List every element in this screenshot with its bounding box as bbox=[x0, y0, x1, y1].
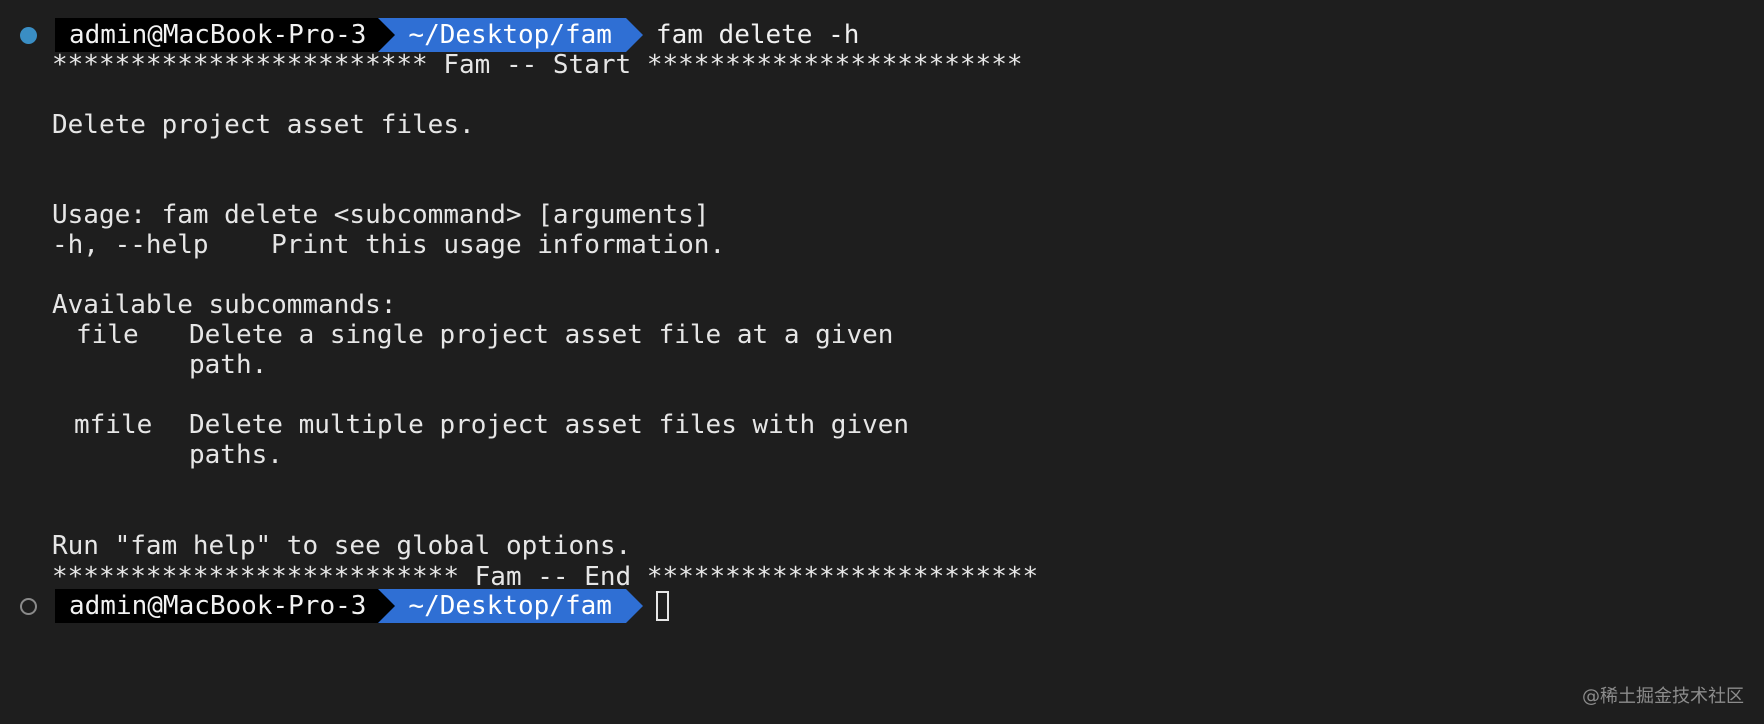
usage-line: Usage: fam delete <subcommand> [argument… bbox=[52, 200, 710, 230]
prompt-user-host: admin@MacBook-Pro-3 bbox=[55, 589, 379, 623]
terminal-window[interactable]: admin@MacBook-Pro-3 ~/Desktop/fam fam de… bbox=[0, 0, 1764, 724]
command-description: Delete project asset files. bbox=[52, 110, 475, 140]
help-option-line: -h, --help Print this usage information. bbox=[52, 230, 726, 260]
command-status-done-icon[interactable] bbox=[20, 26, 37, 44]
prompt-line-current: admin@MacBook-Pro-3 ~/Desktop/fam bbox=[20, 589, 669, 623]
banner-start: ************************ Fam -- Start **… bbox=[52, 50, 1023, 80]
subcommand-description: Delete multiple project asset files with… bbox=[189, 410, 910, 440]
prompt-directory: ~/Desktop/fam bbox=[378, 18, 643, 52]
prompt-command: fam delete -h bbox=[655, 20, 860, 50]
command-status-pending-icon bbox=[20, 597, 37, 615]
available-subcommands-header: Available subcommands: bbox=[52, 290, 397, 320]
subcommand-name: file bbox=[76, 320, 139, 350]
prompt-user-host: admin@MacBook-Pro-3 bbox=[55, 18, 379, 52]
watermark-text: @稀土掘金技术社区 bbox=[1582, 686, 1744, 707]
subcommand-description-cont: paths. bbox=[189, 440, 283, 470]
subcommand-description-cont: path. bbox=[189, 350, 268, 380]
subcommand-description: Delete a single project asset file at a … bbox=[189, 320, 894, 350]
prompt-line: admin@MacBook-Pro-3 ~/Desktop/fam fam de… bbox=[20, 18, 859, 52]
run-help-hint: Run "fam help" to see global options. bbox=[52, 531, 632, 561]
text-cursor[interactable] bbox=[655, 591, 669, 621]
prompt-directory: ~/Desktop/fam bbox=[378, 589, 643, 623]
subcommand-name: mfile bbox=[74, 410, 153, 440]
